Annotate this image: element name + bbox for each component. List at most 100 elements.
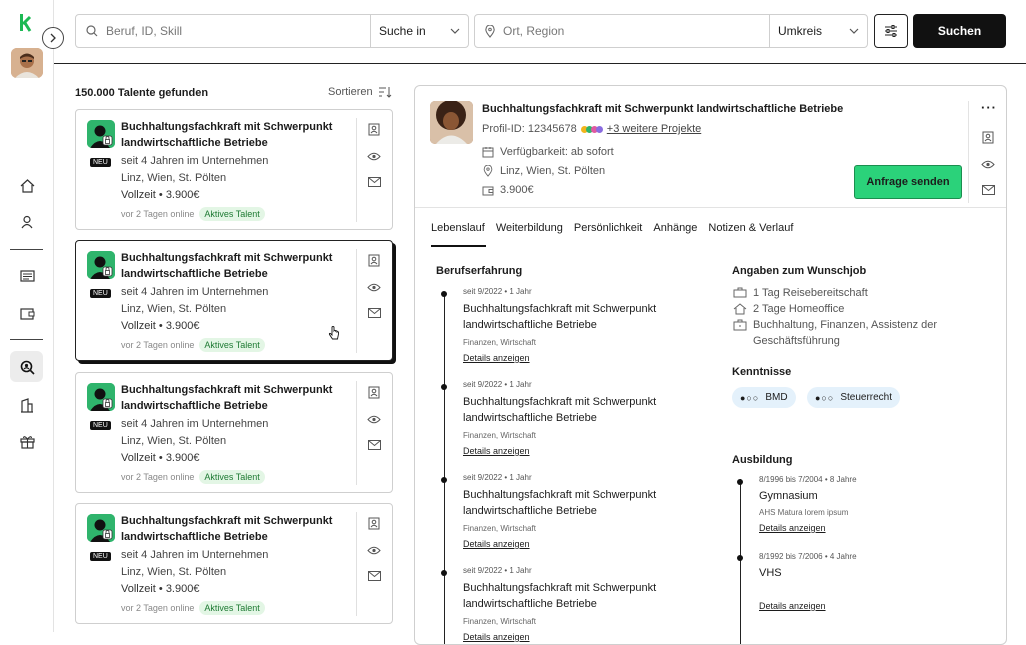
profile-id: Profil-ID: 12345678 [482, 123, 577, 135]
skills-heading: Kenntnisse [732, 366, 792, 378]
experience-entry: seit 9/2022 • 1 Jahr Buchhaltungsfachkraf… [463, 287, 703, 363]
education-date: 8/1996 bis 7/2004 • 8 Jahre [759, 475, 857, 484]
location-pin-icon [483, 165, 493, 177]
new-badge: NEU [90, 552, 111, 561]
eye-icon[interactable] [366, 412, 382, 426]
card-action-divider [356, 512, 357, 616]
tab-weiterbildung[interactable]: Weiterbildung [496, 222, 563, 234]
brand-logo[interactable] [18, 12, 36, 34]
card-online: vor 2 Tagen online [121, 209, 195, 219]
experience-details-link[interactable]: Details anzeigen [463, 539, 703, 549]
experience-entry: seit 9/2022 • 1 Jahr Buchhaltungsfachkraf… [463, 566, 703, 642]
wish-job-heading: Angaben zum Wunschjob [732, 265, 867, 277]
card-terms: Vollzeit • 3.900€ [121, 583, 200, 595]
search-in-label: Suche in [379, 24, 426, 38]
wallet-icon[interactable] [17, 303, 37, 323]
profile-card-icon[interactable] [980, 130, 996, 144]
mail-icon[interactable] [366, 569, 382, 583]
card-terms: Vollzeit • 3.900€ [121, 189, 200, 201]
card-locations: Linz, Wien, St. Pölten [121, 303, 227, 315]
send-request-button[interactable]: Anfrage senden [854, 165, 962, 199]
profile-card-icon[interactable] [366, 122, 382, 136]
mail-icon[interactable] [366, 306, 382, 320]
education-date: 8/1992 bis 7/2006 • 4 Jahre [759, 552, 857, 561]
more-options-icon[interactable]: ··· [981, 100, 997, 115]
talent-avatar [87, 120, 115, 148]
experience-entry: seit 9/2022 • 1 Jahr Buchhaltungsfachkraf… [463, 380, 703, 456]
experience-heading: Berufserfahrung [436, 265, 523, 277]
eye-icon[interactable] [366, 149, 382, 163]
talent-search-icon[interactable] [17, 357, 37, 377]
user-avatar[interactable] [11, 48, 43, 78]
eye-icon[interactable] [980, 157, 996, 171]
building-icon[interactable] [17, 395, 37, 415]
timeline-dot [441, 291, 447, 297]
eye-icon[interactable] [366, 280, 382, 294]
gift-icon[interactable] [17, 432, 37, 452]
eye-icon[interactable] [366, 543, 382, 557]
talent-card[interactable]: NEU Buchhaltungsfachkraft mit Schwerpunkt… [75, 109, 393, 230]
experience-date: seit 9/2022 • 1 Jahr [463, 380, 532, 389]
card-online-row: vor 2 Tagen online Aktives Talent [121, 601, 265, 615]
detail-tabs: Lebenslauf Weiterbildung Persönlichkeit … [431, 222, 793, 234]
card-title[interactable]: Buchhaltungsfachkraft mit Schwerpunkt la… [121, 251, 346, 282]
search-bar: Beruf, ID, Skill Suche in Ort, Region Um… [54, 0, 1026, 64]
card-title[interactable]: Buchhaltungsfachkraft mit Schwerpunkt la… [121, 120, 346, 151]
talent-card[interactable]: NEU Buchhaltungsfachkraft mit Schwerpunkt… [75, 503, 393, 624]
salary-text: 3.900€ [500, 184, 534, 196]
education-details-link[interactable]: Details anzeigen [759, 601, 857, 611]
project-dots [580, 125, 603, 133]
tab-persoenlichkeit[interactable]: Persönlichkeit [574, 222, 642, 234]
profile-card-icon[interactable] [366, 516, 382, 530]
new-badge: NEU [90, 421, 111, 430]
more-projects-link[interactable]: +3 weitere Projekte [607, 123, 701, 135]
location-input[interactable]: Ort, Region [474, 14, 770, 48]
search-in-select[interactable]: Suche in [370, 14, 469, 48]
profile-card-icon[interactable] [366, 253, 382, 267]
tab-anhaenge[interactable]: Anhänge [653, 222, 697, 234]
card-locations: Linz, Wien, St. Pölten [121, 435, 227, 447]
card-title[interactable]: Buchhaltungsfachkraft mit Schwerpunkt la… [121, 383, 346, 414]
experience-details-link[interactable]: Details anzeigen [463, 446, 703, 456]
skill-name: BMD [765, 392, 788, 403]
filter-button[interactable] [874, 14, 908, 48]
mail-icon[interactable] [366, 175, 382, 189]
radius-select[interactable]: Umkreis [769, 14, 868, 48]
salary-row: 3.900€ [482, 184, 534, 196]
mail-icon[interactable] [366, 438, 382, 452]
person-icon[interactable] [17, 212, 37, 232]
talent-avatar [87, 383, 115, 411]
wish-homeoffice-text: 2 Tage Homeoffice [753, 303, 845, 315]
wish-fields-text: Buchhaltung, Finanzen, Assistenz der Ges… [753, 319, 938, 347]
card-terms: Vollzeit • 3.900€ [121, 452, 200, 464]
calendar-icon [482, 147, 494, 158]
sidebar-toggle-button[interactable] [42, 27, 64, 49]
talent-avatar [87, 514, 115, 542]
sidebar [0, 0, 54, 632]
tab-lebenslauf[interactable]: Lebenslauf [431, 222, 485, 234]
experience-category: Finanzen, Wirtschaft [463, 617, 536, 626]
sort-button[interactable]: Sortieren [328, 86, 392, 98]
search-button[interactable]: Suchen [913, 14, 1006, 48]
experience-category: Finanzen, Wirtschaft [463, 431, 536, 440]
wish-homeoffice: 2 Tage Homeoffice [733, 301, 844, 317]
job-search-input[interactable]: Beruf, ID, Skill [75, 14, 371, 48]
wallet-icon [482, 186, 494, 195]
home-icon[interactable] [17, 176, 37, 196]
card-online: vor 2 Tagen online [121, 472, 195, 482]
mail-icon[interactable] [980, 183, 996, 197]
sort-label: Sortieren [328, 86, 373, 98]
profile-card-icon[interactable] [366, 385, 382, 399]
talent-card[interactable]: NEU Buchhaltungsfachkraft mit Schwerpunkt… [75, 240, 393, 361]
education-details-link[interactable]: Details anzeigen [759, 523, 857, 533]
experience-details-link[interactable]: Details anzeigen [463, 353, 703, 363]
talent-card[interactable]: NEU Buchhaltungsfachkraft mit Schwerpunkt… [75, 372, 393, 493]
experience-details-link[interactable]: Details anzeigen [463, 632, 703, 642]
skill-pill-steuerrecht: ●○○ Steuerrecht [807, 387, 901, 408]
talent-title: Buchhaltungsfachkraft mit Schwerpunkt la… [482, 103, 844, 115]
card-title[interactable]: Buchhaltungsfachkraft mit Schwerpunkt la… [121, 514, 346, 545]
newspaper-icon[interactable] [17, 266, 37, 286]
experience-date: seit 9/2022 • 1 Jahr [463, 473, 532, 482]
radius-label: Umkreis [778, 24, 822, 38]
tab-notizen-verlauf[interactable]: Notizen & Verlauf [708, 222, 793, 234]
